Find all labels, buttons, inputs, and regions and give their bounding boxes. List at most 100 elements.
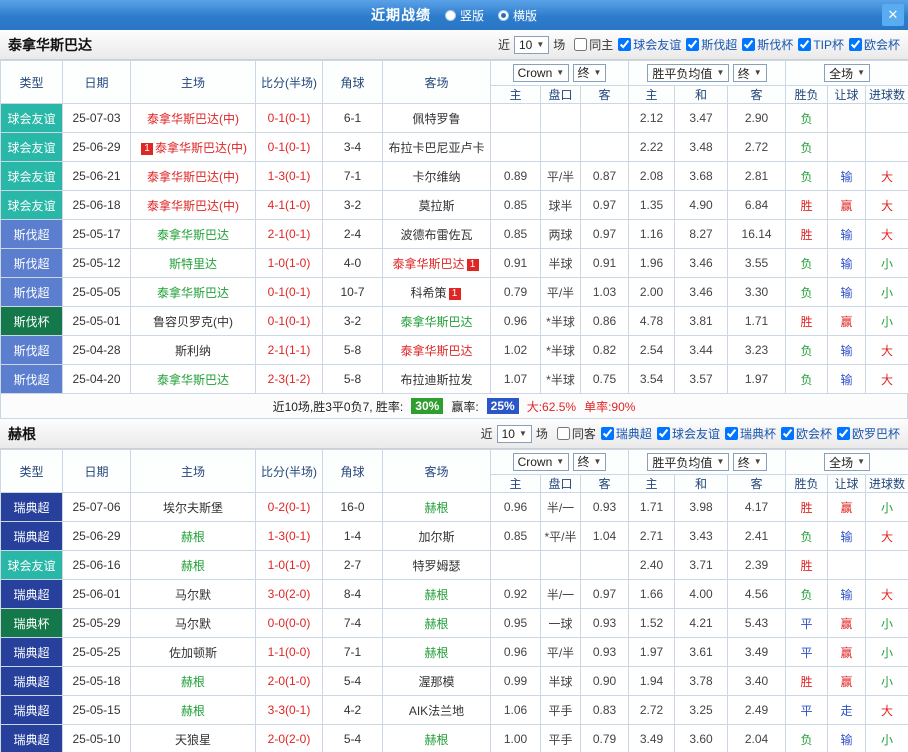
team-link[interactable]: 泰拿华斯巴达(中) [147,199,239,213]
team-link[interactable]: 马尔默 [175,617,211,631]
team-link[interactable]: 赫根 [181,704,205,718]
checkbox-input[interactable] [686,38,699,51]
away-team[interactable]: 布拉迪斯拉发 [383,365,491,394]
home-team[interactable]: 鲁容贝罗克(中) [131,307,256,336]
filter-checkbox-TIP杯[interactable]: TIP杯 [798,36,844,53]
away-team[interactable]: 赫根 [383,493,491,522]
away-team[interactable]: 波德布雷佐瓦 [383,220,491,249]
checkbox-input[interactable] [837,427,850,440]
filter-checkbox-欧罗巴杯[interactable]: 欧罗巴杯 [837,425,900,442]
team-link[interactable]: 卡尔维纳 [412,170,460,184]
home-team[interactable]: 佐加顿斯 [131,638,256,667]
checkbox-input[interactable] [557,427,570,440]
team-link[interactable]: 泰拿华斯巴达 [157,228,229,242]
checkbox-input[interactable] [849,38,862,51]
away-team[interactable]: 加尔斯 [383,522,491,551]
recent-count-select[interactable]: 10 ▼ [497,425,532,443]
filter-checkbox-欧会杯[interactable]: 欧会杯 [849,36,900,53]
team-link[interactable]: 赫根 [424,733,448,747]
team-link[interactable]: 泰拿华斯巴达 [392,257,464,271]
final-avg-select[interactable]: 终▼ [733,453,767,471]
team-link[interactable]: 泰拿华斯巴达(中) [155,141,247,155]
team-link[interactable]: 泰拿华斯巴达(中) [147,112,239,126]
checkbox-input[interactable] [574,38,587,51]
team-link[interactable]: 科希策 [410,286,446,300]
away-team[interactable]: 佩特罗鲁 [383,104,491,133]
team-link[interactable]: 波德布雷佐瓦 [400,228,472,242]
avg-odds-select[interactable]: 胜平负均值▼ [647,453,729,471]
filter-checkbox-斯伐杯[interactable]: 斯伐杯 [742,36,793,53]
team-link[interactable]: 赫根 [181,530,205,544]
scope-select[interactable]: 全场▼ [824,453,870,471]
team-link[interactable]: 泰拿华斯巴达 [157,286,229,300]
team-link[interactable]: 斯利纳 [175,344,211,358]
checkbox-input[interactable] [781,427,794,440]
team-link[interactable]: 加尔斯 [418,530,454,544]
away-team[interactable]: 泰拿华斯巴达 [383,336,491,365]
away-team[interactable]: 布拉卡巴尼亚卢卡 [383,133,491,162]
home-team[interactable]: 泰拿华斯巴达 [131,365,256,394]
team-link[interactable]: 赫根 [424,501,448,515]
team-link[interactable]: 泰拿华斯巴达 [400,315,472,329]
avg-odds-select[interactable]: 胜平负均值▼ [647,64,729,82]
home-team[interactable]: 泰拿华斯巴达 [131,278,256,307]
team-link[interactable]: 马尔默 [175,588,211,602]
close-button[interactable]: ✕ [882,4,904,26]
away-team[interactable]: 卡尔维纳 [383,162,491,191]
team-link[interactable]: 赫根 [424,617,448,631]
bookmaker-select[interactable]: Crown▼ [513,453,570,471]
home-team[interactable]: 斯利纳 [131,336,256,365]
home-team[interactable]: 斯特里达 [131,249,256,278]
final-avg-select[interactable]: 终▼ [733,64,767,82]
team-link[interactable]: 泰拿华斯巴达 [157,373,229,387]
team-link[interactable]: 天狼星 [175,733,211,747]
away-team[interactable]: 渥那模 [383,667,491,696]
bookmaker-select[interactable]: Crown▼ [513,64,570,82]
away-team[interactable]: 泰拿华斯巴达1 [383,249,491,278]
away-team[interactable]: 赫根 [383,609,491,638]
away-team[interactable]: 泰拿华斯巴达 [383,307,491,336]
away-team[interactable]: 赫根 [383,725,491,752]
team-link[interactable]: 渥那模 [418,675,454,689]
filter-checkbox-斯伐超[interactable]: 斯伐超 [686,36,737,53]
layout-radio-horizontal[interactable]: 横版 [498,7,537,24]
final-odds-select[interactable]: 终▼ [573,453,607,471]
checkbox-input[interactable] [798,38,811,51]
home-team[interactable]: 马尔默 [131,609,256,638]
home-team[interactable]: 泰拿华斯巴达 [131,220,256,249]
home-team[interactable]: 赫根 [131,667,256,696]
filter-checkbox-瑞典杯[interactable]: 瑞典杯 [725,425,776,442]
scope-select[interactable]: 全场▼ [824,64,870,82]
team-link[interactable]: 佩特罗鲁 [412,112,460,126]
home-team[interactable]: 天狼星 [131,725,256,752]
team-link[interactable]: 莫拉斯 [418,199,454,213]
checkbox-input[interactable] [601,427,614,440]
team-link[interactable]: 布拉卡巴尼亚卢卡 [388,141,484,155]
home-team[interactable]: 赫根 [131,551,256,580]
filter-checkbox-球会友谊[interactable]: 球会友谊 [657,425,720,442]
away-team[interactable]: 莫拉斯 [383,191,491,220]
team-link[interactable]: 泰拿华斯巴达 [400,344,472,358]
checkbox-input[interactable] [618,38,631,51]
checkbox-input[interactable] [725,427,738,440]
team-link[interactable]: 特罗姆瑟 [412,559,460,573]
home-team[interactable]: 泰拿华斯巴达(中) [131,191,256,220]
home-team[interactable]: 赫根 [131,696,256,725]
home-team[interactable]: 马尔默 [131,580,256,609]
away-team[interactable]: 特罗姆瑟 [383,551,491,580]
home-team[interactable]: 赫根 [131,522,256,551]
team-link[interactable]: 埃尔夫斯堡 [163,501,223,515]
team-link[interactable]: 布拉迪斯拉发 [400,373,472,387]
filter-checkbox-同主[interactable]: 同主 [574,36,613,53]
away-team[interactable]: 赫根 [383,638,491,667]
home-team[interactable]: 泰拿华斯巴达(中) [131,162,256,191]
filter-checkbox-瑞典超[interactable]: 瑞典超 [601,425,652,442]
filter-checkbox-球会友谊[interactable]: 球会友谊 [618,36,681,53]
team-link[interactable]: 佐加顿斯 [169,646,217,660]
team-link[interactable]: 斯特里达 [169,257,217,271]
checkbox-input[interactable] [657,427,670,440]
away-team[interactable]: 赫根 [383,580,491,609]
filter-checkbox-同客[interactable]: 同客 [557,425,596,442]
team-link[interactable]: 赫根 [181,559,205,573]
layout-radio-vertical[interactable]: 竖版 [445,7,484,24]
